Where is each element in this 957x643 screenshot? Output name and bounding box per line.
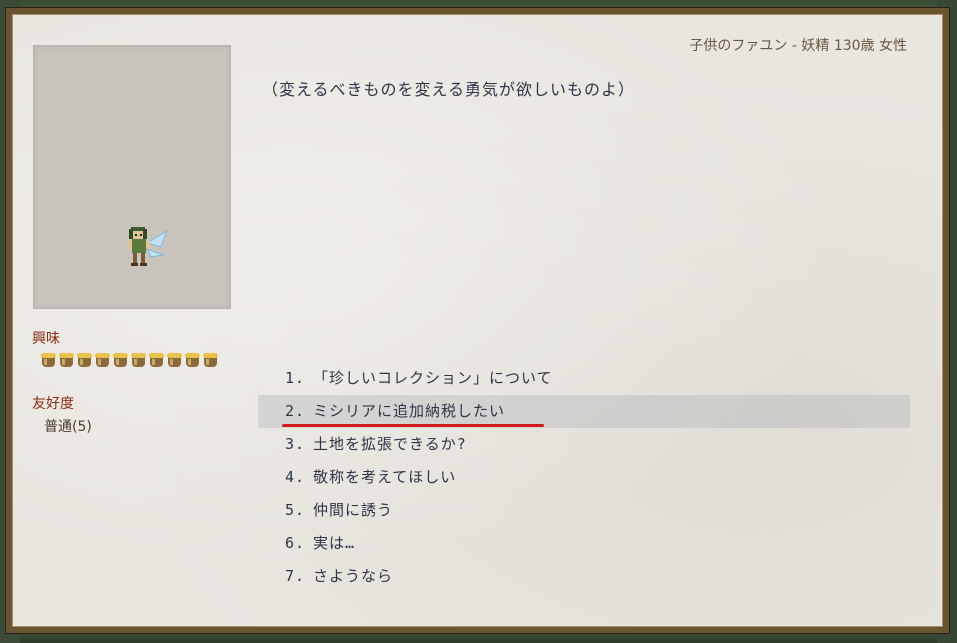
interest-pot-icon	[166, 352, 183, 369]
interest-pot-icon	[130, 352, 147, 369]
choice-text: 土地を拡張できるか?	[313, 435, 467, 453]
choice-number: 6.	[285, 534, 306, 552]
choice-number: 4.	[285, 468, 306, 486]
choice-text: 敬称を考えてほしい	[313, 468, 457, 486]
choice-item-5[interactable]: 5. 仲間に誘う	[258, 494, 910, 527]
choice-number: 5.	[285, 501, 306, 519]
choice-number: 3.	[285, 435, 306, 453]
choice-item-6[interactable]: 6. 実は…	[258, 527, 910, 560]
choice-text: 「珍しいコレクション」について	[313, 369, 553, 387]
fairy-sprite-icon	[128, 227, 168, 266]
interest-label: 興味	[32, 331, 60, 347]
friendship-value: 普通(5)	[44, 419, 92, 435]
choice-text: ミシリアに追加納税したい	[313, 402, 506, 420]
interest-pot-icon	[202, 352, 219, 369]
choice-text: 仲間に誘う	[313, 501, 394, 519]
interest-pot-icon	[58, 352, 75, 369]
interest-pot-icon	[94, 352, 111, 369]
interest-meter	[40, 352, 219, 369]
choice-item-4[interactable]: 4. 敬称を考えてほしい	[258, 461, 910, 494]
selection-underline	[282, 424, 544, 427]
interest-pot-icon	[148, 352, 165, 369]
interest-pot-icon	[184, 352, 201, 369]
choice-list: 1. 「珍しいコレクション」について 2. ミシリアに追加納税したい 3. 土地を拡張…	[258, 362, 910, 593]
choice-number: 1.	[285, 369, 306, 387]
interest-pot-icon	[112, 352, 129, 369]
choice-number: 7.	[285, 567, 306, 585]
choice-item-7[interactable]: 7. さようなら	[258, 560, 910, 593]
npc-title: 子供のファユン - 妖精 130歳 女性	[689, 38, 907, 54]
choice-text: さようなら	[313, 567, 394, 585]
choice-text: 実は…	[313, 534, 356, 552]
npc-speech: （変えるべきものを変える勇気が欲しいものよ）	[262, 80, 636, 99]
interest-pot-icon	[76, 352, 93, 369]
interest-pot-icon	[40, 352, 57, 369]
choice-item-3[interactable]: 3. 土地を拡張できるか?	[258, 428, 910, 461]
choice-item-1[interactable]: 1. 「珍しいコレクション」について	[258, 362, 910, 395]
friendship-label: 友好度	[32, 396, 74, 412]
npc-portrait	[33, 45, 231, 309]
